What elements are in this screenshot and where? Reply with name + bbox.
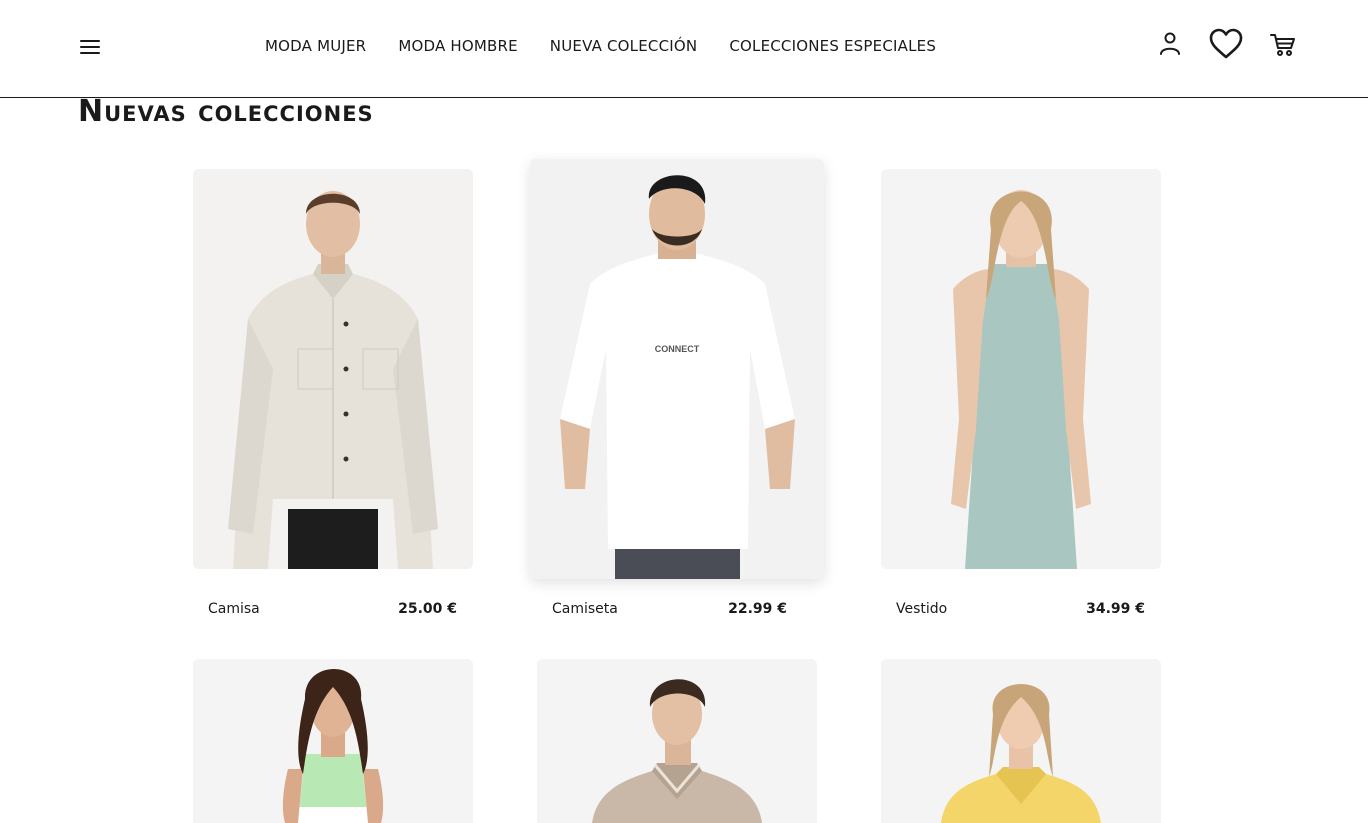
product-card[interactable]: Vestido 34.99 € [881, 169, 1161, 617]
product-image-beige-polo[interactable] [537, 659, 817, 823]
product-image-tshirt[interactable]: CONNECT [530, 159, 824, 579]
svg-text:CONNECT: CONNECT [655, 344, 700, 354]
nav-item-moda-hombre[interactable]: MODA HOMBRE [398, 37, 517, 55]
nav-item-nueva-coleccion[interactable]: NUEVA COLECCIÓN [550, 37, 698, 55]
product-card[interactable]: CONNECT Camiseta 22.99 € [530, 159, 824, 617]
product-price: 25.00 € [398, 601, 457, 617]
product-name[interactable]: Camisa [208, 601, 260, 617]
product-meta: Camiseta 22.99 € [552, 601, 787, 617]
product-image-yellow-polo[interactable] [881, 659, 1161, 823]
product-image-shirt[interactable] [193, 169, 473, 569]
section-title: Nuevas colecciones [78, 94, 374, 129]
user-icon[interactable] [1158, 30, 1182, 58]
product-card[interactable] [881, 659, 1161, 823]
product-card[interactable] [193, 659, 473, 823]
product-meta: Camisa 25.00 € [208, 601, 457, 617]
product-card[interactable]: Camisa 25.00 € [193, 169, 473, 617]
product-image-dress[interactable] [881, 169, 1161, 569]
product-card[interactable] [537, 659, 817, 823]
product-price: 22.99 € [728, 601, 787, 617]
nav-item-moda-mujer[interactable]: MODA MUJER [265, 37, 366, 55]
cart-icon[interactable] [1269, 32, 1297, 58]
product-image-green-top[interactable] [193, 659, 473, 823]
header-actions [1155, 28, 1300, 62]
product-meta: Vestido 34.99 € [896, 601, 1145, 617]
nav-item-colecciones-especiales[interactable]: COLECCIONES ESPECIALES [729, 37, 936, 55]
site-header: MODA MUJER MODA HOMBRE NUEVA COLECCIÓN C… [0, 0, 1368, 98]
product-name[interactable]: Camiseta [552, 601, 618, 617]
heart-icon[interactable] [1208, 28, 1244, 60]
menu-icon[interactable] [78, 36, 102, 58]
product-name[interactable]: Vestido [896, 601, 947, 617]
product-price: 34.99 € [1086, 601, 1145, 617]
main-nav: MODA MUJER MODA HOMBRE NUEVA COLECCIÓN C… [265, 37, 936, 55]
